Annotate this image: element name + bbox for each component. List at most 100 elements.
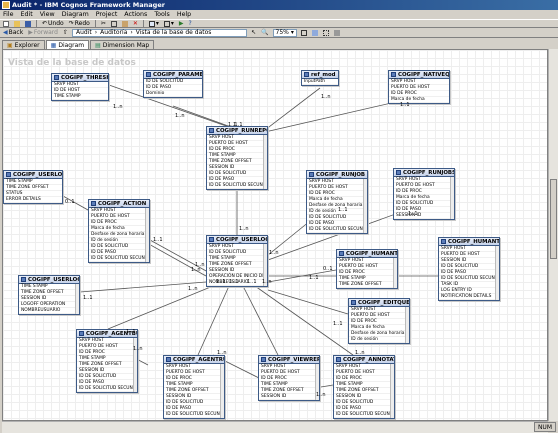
table-header[interactable]: COGIPF_HUMANTASKS... <box>337 250 397 258</box>
table-header[interactable]: COGIPF_NATIVEQUERY <box>389 71 449 79</box>
menu-view[interactable]: View <box>40 10 55 19</box>
table-runjob[interactable]: COGIPF_RUNJOB SRVP HOST PUERTO DE HOST ID D… <box>306 170 368 234</box>
menu-help[interactable]: Help <box>177 10 191 19</box>
save-button[interactable] <box>24 20 32 28</box>
open-button[interactable] <box>13 20 21 28</box>
table-agentrun[interactable]: COGIPF_AGENTRUNSRVP HOSTPUERTO DE HOSTID… <box>163 355 225 419</box>
table-column[interactable]: ID DE SOLICITUD SECUNDARIA <box>334 412 394 418</box>
menu-actions[interactable]: Actions <box>124 10 147 19</box>
relationship-line[interactable] <box>107 285 214 330</box>
table-agentbuild[interactable]: COGIPF_AGENTBUILDSRVP HOSTPUERTO DE HOST… <box>76 329 138 393</box>
table-column[interactable]: TIME STAMP <box>52 94 108 100</box>
table-column[interactable]: ID DE SOLICITUD SECUNDARIA <box>77 386 137 392</box>
relationship-line[interactable] <box>267 289 349 315</box>
relationship-line[interactable] <box>242 285 279 356</box>
table-column[interactable]: ID DE SOLICITUD SECUNDARIA <box>307 227 367 233</box>
table-scrollbar[interactable] <box>393 258 397 288</box>
new-button[interactable] <box>2 20 10 28</box>
run-button[interactable]: ▶ <box>178 20 185 28</box>
table-scrollbar[interactable] <box>263 135 267 189</box>
table-header[interactable]: COGIPF_USERLOG... <box>4 171 62 179</box>
scrollbar-thumb[interactable] <box>550 179 557 259</box>
table-scrollbar[interactable] <box>495 246 499 300</box>
table-header[interactable]: COGIPF_AGENTRUN <box>164 356 224 364</box>
help-button[interactable]: ? <box>188 20 193 28</box>
layout-button[interactable]: ▾ <box>163 20 175 28</box>
table-header[interactable]: COGIPF_HUMANTASK... <box>439 238 499 246</box>
grid-button[interactable] <box>322 29 330 37</box>
menu-project[interactable]: Project <box>96 10 118 19</box>
table-header[interactable]: COGIPF_RUNREPORT <box>207 127 267 135</box>
breadcrumb[interactable]: Audit › Auditoría › Vista de la base de … <box>72 28 247 37</box>
table-humantask2[interactable]: COGIPF_HUMANTASK...SRVP HOSTPUERTO DE HO… <box>438 237 500 301</box>
table-ref-mod[interactable]: ref_mod InputPath <box>301 70 339 86</box>
table-header[interactable]: COGIPF_ANNOTATION... <box>334 356 394 364</box>
arrange-button[interactable] <box>311 29 319 37</box>
back-button[interactable]: ◀ Back <box>2 29 24 37</box>
table-scrollbar[interactable] <box>405 307 409 343</box>
undo-button[interactable]: ↶ Undo <box>41 20 65 28</box>
table-header[interactable]: COGIPF_USERLOGON <box>207 236 267 244</box>
table-scrollbar[interactable] <box>75 284 79 314</box>
table-column[interactable]: Marca de fecha <box>389 97 449 103</box>
table-column[interactable]: NOMBREUSUARIO <box>19 308 79 314</box>
up-button[interactable]: ⇧ <box>62 29 69 37</box>
menu-tools[interactable]: Tools <box>154 10 170 19</box>
pointer-tool-button[interactable]: ↖ <box>250 29 257 37</box>
cut-button[interactable]: ✂ <box>100 20 107 28</box>
zoom-tool-button[interactable]: 🔍 <box>260 29 269 37</box>
table-scrollbar[interactable] <box>390 364 394 418</box>
table-threshold[interactable]: COGIPF_THRESHOLDSRVP HOSTID DE HOSTTIME … <box>51 73 109 101</box>
table-parameter[interactable]: COGIPF_PARAMETERID DE SOLICITUDID DE PAS… <box>143 70 203 98</box>
redo-button[interactable]: ↷ Redo <box>68 20 91 28</box>
tab-explorer[interactable]: ▣ Explorer <box>2 40 45 49</box>
table-scrollbar[interactable] <box>220 364 224 418</box>
table-humantask[interactable]: COGIPF_HUMANTASKS...SRVP HOSTPUERTO DE H… <box>336 249 398 289</box>
breadcrumb-item[interactable]: Auditoría <box>100 29 127 36</box>
paste-button[interactable] <box>121 20 129 28</box>
breadcrumb-item[interactable]: Audit <box>76 29 92 36</box>
table-userlogout[interactable]: COGIPF_USERLOGOUTTIME STAMPTIME ZONE OFF… <box>18 275 80 315</box>
horizontal-scrollbar[interactable] <box>2 421 548 433</box>
view-button[interactable]: ▾ <box>148 20 160 28</box>
table-header[interactable]: COGIPF_VIEWREPORT <box>259 356 319 364</box>
relationship-line[interactable] <box>197 285 230 356</box>
table-editquery[interactable]: COGIPF_EDITQUERYSRVP HOSTPUERTO DE HOSTI… <box>348 298 410 344</box>
menu-edit[interactable]: Edit <box>21 10 33 19</box>
table-column[interactable]: ERROR DETAILS <box>4 197 62 203</box>
forward-button[interactable]: ▶ Forward <box>27 29 59 37</box>
table-header[interactable]: COGIPF_THRESHOLD <box>52 74 108 82</box>
table-action[interactable]: COGIPF_ACTION SRVP HOST PUERTO DE HOST ID D… <box>88 199 150 263</box>
table-column[interactable]: ID DE SOLICITUD SECUNDARIA <box>89 256 149 262</box>
table-column[interactable]: SESSION ID <box>394 213 454 219</box>
table-header[interactable]: COGIPF_EDITQUERY <box>349 299 409 307</box>
fit-button[interactable] <box>300 29 308 37</box>
table-header[interactable]: COGIPF_USERLOGOUT <box>19 276 79 284</box>
table-header[interactable]: COGIPF_ACTION <box>89 200 149 208</box>
menu-diagram[interactable]: Diagram <box>62 10 89 19</box>
table-viewreport[interactable]: COGIPF_VIEWREPORTSRVP HOSTPUERTO DE HOST… <box>258 355 320 401</box>
print-button[interactable] <box>333 29 341 37</box>
relationship-line[interactable] <box>264 87 321 131</box>
table-column[interactable]: Dominio <box>144 91 202 97</box>
table-userlogon-small[interactable]: COGIPF_USERLOG...TIME STAMPTIME ZONE OFF… <box>3 170 63 204</box>
table-annotation[interactable]: COGIPF_ANNOTATION...SRVP HOSTPUERTO DE H… <box>333 355 395 419</box>
table-nativequery[interactable]: COGIPF_NATIVEQUERYSRVP HOSTPUERTO DE HOS… <box>388 70 450 104</box>
table-scrollbar[interactable] <box>145 208 149 262</box>
table-column[interactable]: ID de sesión <box>349 337 409 343</box>
table-scrollbar[interactable] <box>450 177 454 219</box>
table-header[interactable]: COGIPF_RUNJOBSTEP <box>394 169 454 177</box>
menu-file[interactable]: File <box>3 10 14 19</box>
diagram-canvas[interactable]: Vista de la base de datos COGIPF_THRESHO… <box>2 49 548 421</box>
table-column[interactable]: NOTIFICATION DETAILS <box>439 294 499 300</box>
table-header[interactable]: ref_mod <box>302 71 338 79</box>
copy-button[interactable] <box>110 20 118 28</box>
tab-diagram[interactable]: ▦ Diagram <box>45 40 90 49</box>
delete-button[interactable]: ✕ <box>132 20 139 28</box>
table-column[interactable]: ID DE SOLICITUD SECUNDARIA <box>207 183 267 189</box>
table-column[interactable]: TIME ZONE OFFSET <box>337 282 397 288</box>
table-header[interactable]: COGIPF_RUNJOB <box>307 171 367 179</box>
vertical-scrollbar[interactable] <box>548 49 558 421</box>
zoom-select[interactable]: 75% ▾ <box>272 28 297 37</box>
table-scrollbar[interactable] <box>363 179 367 233</box>
